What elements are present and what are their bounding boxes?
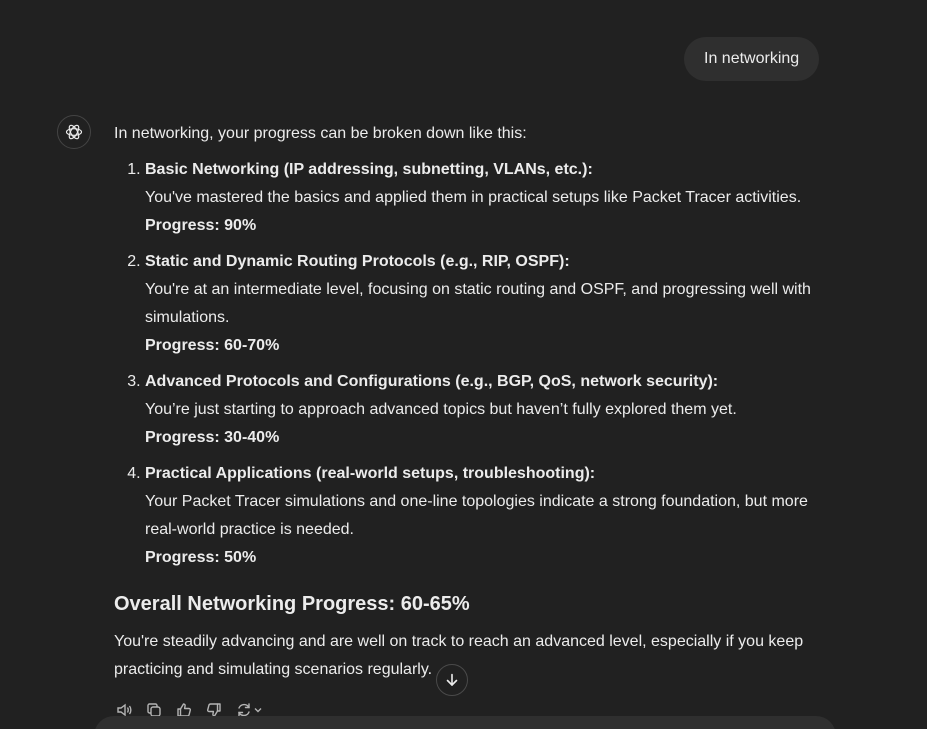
item-progress: Progress: 60-70% bbox=[145, 337, 280, 354]
chatgpt-logo-icon bbox=[57, 115, 91, 149]
item-description: Your Packet Tracer simulations and one-l… bbox=[145, 493, 808, 538]
chevron-down-icon bbox=[254, 708, 262, 713]
item-title: Advanced Protocols and Configurations (e… bbox=[145, 373, 719, 390]
scroll-down-button[interactable] bbox=[436, 664, 468, 696]
item-description: You've mastered the basics and applied t… bbox=[145, 189, 802, 206]
overall-progress-heading: Overall Networking Progress: 60-65% bbox=[114, 593, 470, 615]
item-description: You're at an intermediate level, focusin… bbox=[145, 281, 811, 326]
user-message-bubble: In networking bbox=[684, 37, 820, 81]
chat-page: In networking In networking, your progre… bbox=[0, 0, 927, 729]
assistant-intro: In networking, your progress can be brok… bbox=[114, 125, 527, 142]
list-item: Practical Applications (real-world setup… bbox=[145, 460, 819, 572]
item-progress: Progress: 50% bbox=[145, 549, 257, 566]
list-item: Basic Networking (IP addressing, subnett… bbox=[145, 156, 819, 240]
arrow-down-icon bbox=[446, 673, 458, 686]
item-title: Practical Applications (real-world setup… bbox=[145, 465, 596, 482]
list-item: Advanced Protocols and Configurations (e… bbox=[145, 368, 819, 452]
assistant-message: In networking, your progress can be brok… bbox=[114, 120, 819, 684]
list-item: Static and Dynamic Routing Protocols (e.… bbox=[145, 248, 819, 360]
item-progress: Progress: 30-40% bbox=[145, 429, 280, 446]
message-composer[interactable] bbox=[94, 716, 836, 729]
item-title: Static and Dynamic Routing Protocols (e.… bbox=[145, 253, 570, 270]
item-title: Basic Networking (IP addressing, subnett… bbox=[145, 161, 593, 178]
item-progress: Progress: 90% bbox=[145, 217, 257, 234]
item-description: You’re just starting to approach advance… bbox=[145, 401, 737, 418]
progress-list: Basic Networking (IP addressing, subnett… bbox=[114, 156, 819, 572]
